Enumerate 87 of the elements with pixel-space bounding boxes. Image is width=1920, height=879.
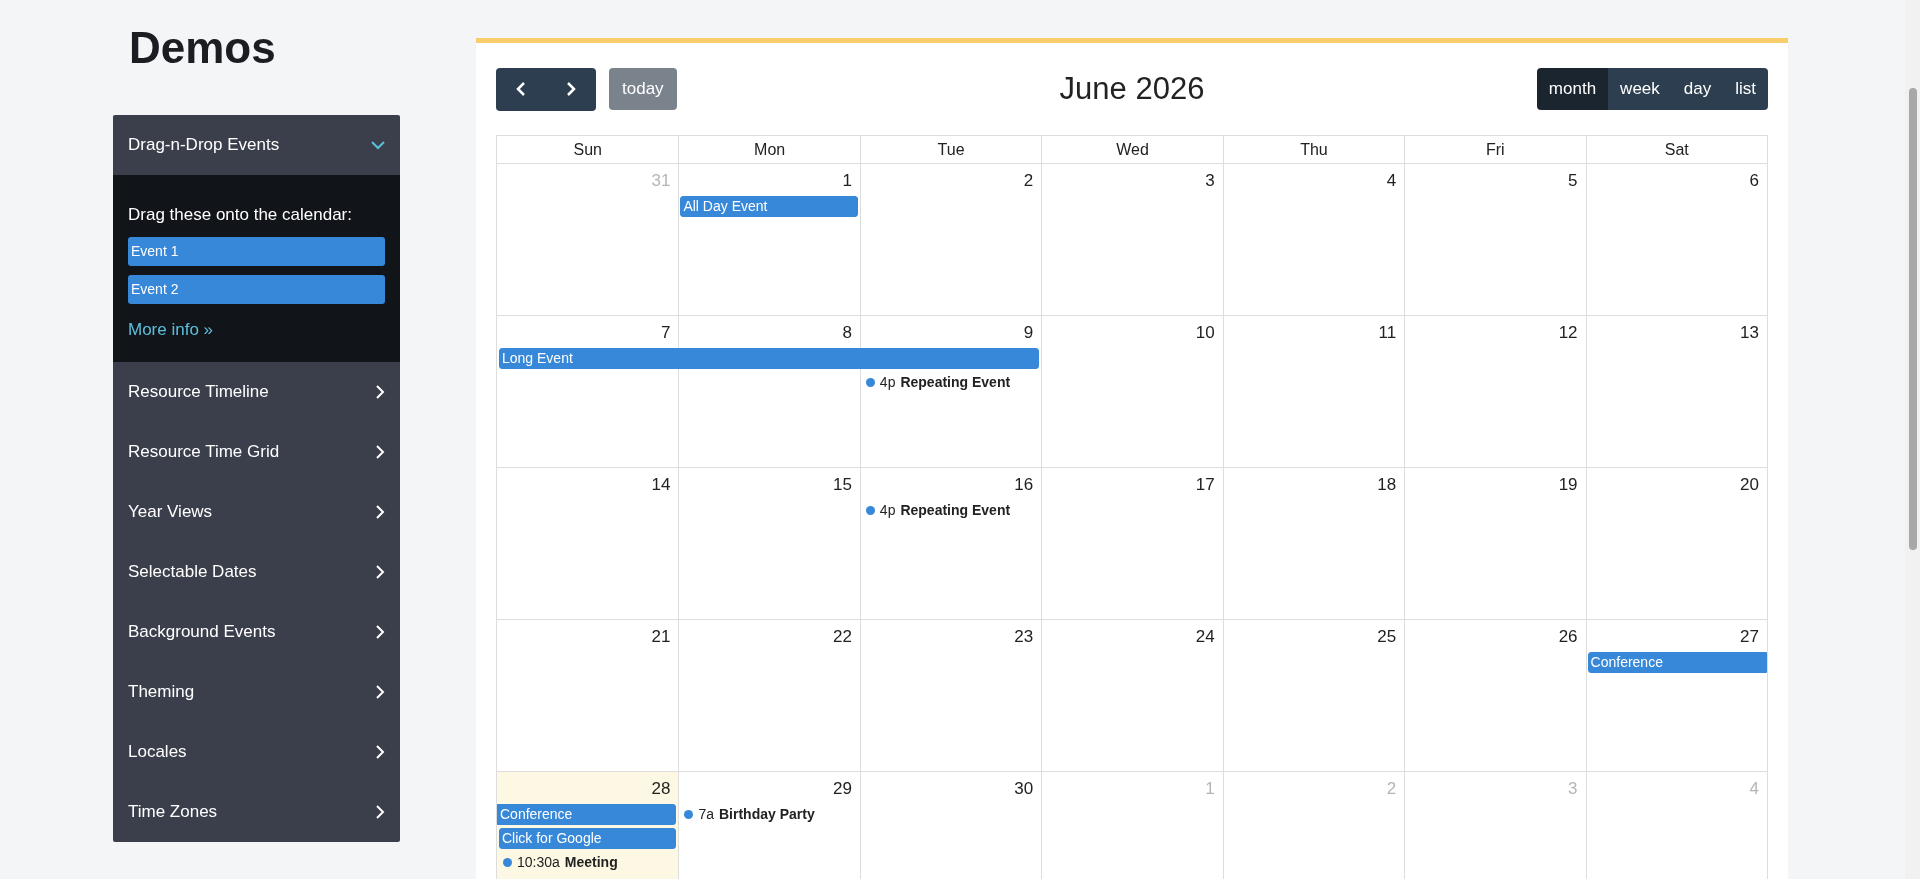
day-number[interactable]: 25 [1377,624,1397,652]
event-time: 4p [879,501,896,520]
chevron-right-icon [376,385,385,399]
event-time: 4p [879,373,896,392]
view-tab[interactable]: list [1723,68,1768,110]
day-number[interactable]: 20 [1740,472,1759,500]
day-number[interactable]: 8 [842,320,852,348]
weekday-header: Sun [572,139,603,160]
sidebar-item[interactable]: Theming [113,662,400,722]
day-number[interactable]: 15 [832,472,852,500]
day-number[interactable]: 13 [1740,320,1759,348]
timed-event[interactable]: 4p Repeating Event [865,500,1011,520]
next-button[interactable] [546,67,596,111]
day-number[interactable]: 7 [660,320,671,348]
view-tab[interactable]: month [1536,68,1609,110]
page-heading: Demos [129,26,277,70]
day-number[interactable]: 26 [1558,624,1578,652]
day-number[interactable]: 18 [1377,472,1397,500]
chevron-left-icon [516,81,526,97]
timed-event[interactable]: 10:30a Meeting [503,852,618,872]
chevron-right-icon [376,505,385,519]
weekday-header: Mon [678,136,860,163]
weekday-header: Tue [859,136,1042,163]
view-tab[interactable]: day [1671,68,1724,110]
draggable-event[interactable]: Event 2 [128,274,385,304]
sidebar-item[interactable]: Selectable Dates [113,542,400,602]
day-number[interactable]: 23 [1014,624,1034,652]
event-time: 10:30a [517,853,560,872]
event-title: Meeting [564,853,618,872]
weekday-header: Fri [1404,136,1586,163]
event-bar[interactable]: All Day Event [680,196,858,217]
chevron-right-icon [376,805,385,819]
day-number[interactable]: 21 [651,624,671,652]
day-number[interactable]: 27 [1740,624,1759,652]
previous-button[interactable] [496,67,546,111]
day-number[interactable]: 5 [1568,168,1578,196]
chevron-right-icon [376,625,385,639]
view-tab[interactable]: week [1608,68,1672,110]
draggable-event[interactable]: Event 1 [128,236,385,266]
sidebar-item[interactable]: Resource Timeline [113,362,400,422]
weekday-header: Sat [1585,136,1767,163]
day-number[interactable]: 6 [1749,168,1759,196]
day-number[interactable]: 12 [1558,320,1578,348]
chevron-right-icon [376,745,385,759]
chevron-right-icon [566,81,576,97]
weekday-header: Wed [1041,136,1223,163]
sidebar-item[interactable]: Resource Time Grid [113,422,400,482]
chevron-right-icon [376,685,385,699]
day-number[interactable]: 11 [1378,320,1397,348]
day-number[interactable]: 10 [1195,320,1215,348]
day-number[interactable]: 24 [1195,624,1215,652]
event-bar[interactable]: Conference [1587,652,1767,673]
day-number[interactable]: 17 [1195,472,1215,500]
weekday-header: Thu [1222,136,1405,163]
chevron-down-icon [371,140,385,150]
more-info-link[interactable]: More info » [128,316,385,342]
event-title: Repeating Event [900,501,1011,520]
day-number[interactable]: 29 [832,776,852,804]
event-title: Repeating Event [900,373,1011,392]
calendar-title: June 2026 [1059,69,1205,108]
day-number[interactable]: 28 [651,776,671,804]
sidebar-item[interactable]: Time Zones [113,782,400,842]
day-number[interactable]: 9 [1023,320,1034,348]
day-number[interactable]: 16 [1014,472,1034,500]
event-bar[interactable]: Conference [497,804,677,825]
event-bar[interactable]: Long Event [499,348,1040,369]
chevron-right-icon [376,445,385,459]
day-number[interactable]: 30 [1014,776,1034,804]
sidebar-item[interactable]: Locales [113,722,400,782]
panel-intro: Drag these onto the calendar: [128,204,353,226]
day-number[interactable]: 4 [1386,168,1397,196]
event-title: Birthday Party [719,805,815,824]
sidebar-item[interactable]: Background Events [113,602,400,662]
day-number[interactable]: 19 [1558,472,1578,500]
sidebar-item[interactable]: Year Views [113,482,400,542]
day-number[interactable]: 22 [832,624,852,652]
event-time: 7a [698,805,714,824]
timed-event[interactable]: 7a Birthday Party [684,804,815,824]
sidebar-item[interactable]: Drag-n-Drop Events [113,115,400,175]
day-number[interactable]: 14 [651,472,671,500]
day-number[interactable]: 3 [1205,168,1215,196]
day-number[interactable]: 2 [1023,168,1034,196]
scrollbar-thumb[interactable] [1908,88,1917,550]
day-number[interactable]: 1 [842,168,852,196]
chevron-right-icon [376,565,385,579]
event-bar[interactable]: Click for Google [499,828,677,849]
timed-event[interactable]: 4p Repeating Event [865,372,1011,392]
